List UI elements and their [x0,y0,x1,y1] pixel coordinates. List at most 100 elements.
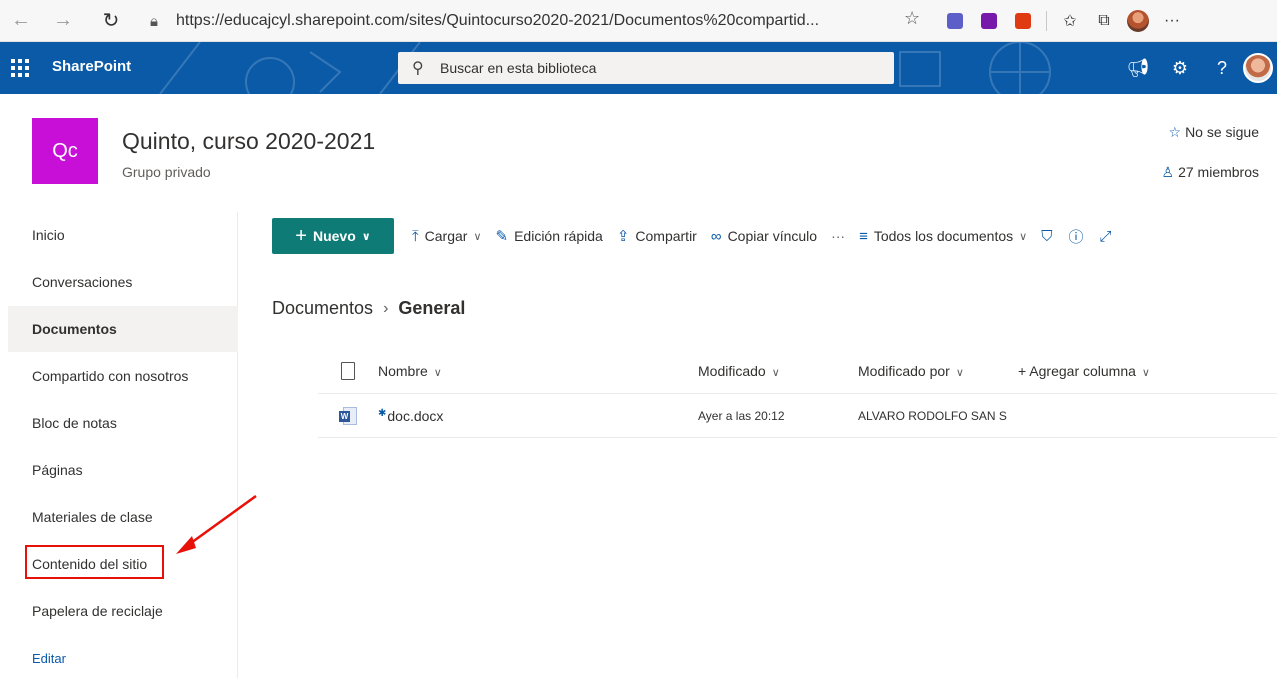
file-name-link[interactable]: ✱doc.docx [378,408,698,424]
help-icon[interactable]: ? [1201,42,1243,94]
toolbar-separator [1046,11,1047,31]
user-avatar[interactable] [1243,53,1273,83]
nav-item-bloc-de-notas[interactable]: Bloc de notas [8,400,238,446]
extension-icons: ✩ ⧉ ··· [938,6,1189,36]
add-column-label: + Agregar columna [1018,362,1136,379]
new-button[interactable]: + Nuevo ∨ [272,218,394,254]
chevron-down-icon: ∨ [473,230,482,243]
chevron-down-icon: ∨ [1141,366,1150,379]
copy-link-button[interactable]: ∞ Copiar vínculo [711,228,817,245]
quick-edit-label: Edición rápida [514,228,603,244]
column-header-modified-label: Modificado [698,362,766,379]
share-label: Compartir [635,228,697,244]
list-view-icon: ≡ [859,227,868,245]
nav-item-conversaciones[interactable]: Conversaciones [8,259,238,305]
site-navigation: Inicio Conversaciones Documentos Compart… [0,212,238,678]
word-doc-icon: W [318,406,378,425]
follow-label: No se sigue [1185,124,1259,140]
file-modified-by[interactable]: ALVARO RODOLFO SAN S [858,409,1018,423]
add-column-button[interactable]: + Agregar columna ∨ [1018,363,1218,379]
gear-icon[interactable]: ⚙ [1159,42,1201,94]
nav-item-paginas[interactable]: Páginas [8,447,238,493]
search-input[interactable] [440,60,880,76]
annotation-arrow [176,494,257,554]
file-type-header[interactable] [318,361,378,380]
sharepoint-brand[interactable]: SharePoint [52,58,131,75]
chevron-down-icon: ∨ [771,366,780,379]
lock-icon: 🔒︎ [150,12,158,30]
chevron-down-icon: ∨ [433,366,442,379]
app-launcher-icon[interactable] [8,56,32,80]
column-header-modified-by-label: Modificado por [858,362,950,379]
new-item-icon: ✱ [378,407,387,419]
person-icon: ♙ [1161,164,1175,180]
site-title[interactable]: Quinto, curso 2020-2021 [122,128,375,155]
view-label: Todos los documentos [873,228,1014,244]
office-icon[interactable] [1006,6,1040,36]
url-text: https://educajcyl.sharepoint.com/sites/Q… [176,12,820,29]
favorites-icon[interactable]: ✩ [1053,6,1087,36]
link-icon: ∞ [710,227,722,245]
browser-menu-button[interactable]: ··· [1155,6,1189,36]
breadcrumb-current: General [398,298,466,318]
column-header-modified-by[interactable]: Modificado por ∨ [858,363,1018,379]
nav-item-compartido[interactable]: Compartido con nosotros [8,353,238,399]
breadcrumb-parent[interactable]: Documentos [272,298,373,319]
site-header: Qc Quinto, curso 2020-2021 Grupo privado… [0,94,1277,210]
nav-item-inicio[interactable]: Inicio [8,212,238,258]
upload-label: Cargar [424,228,468,244]
megaphone-icon[interactable]: 📢︎ [1117,42,1159,94]
quick-edit-button[interactable]: ✎ Edición rápida [496,227,603,245]
document-icon [341,361,355,380]
column-header-modified[interactable]: Modificado ∨ [698,363,858,379]
file-modified: Ayer a las 20:12 [698,408,785,423]
share-button[interactable]: ⇪ Compartir [617,227,697,245]
nav-edit-link[interactable]: Editar [8,635,238,678]
list-header: Nombre ∨ Modificado ∨ Modificado por ∨ + Ag… [318,348,1277,394]
command-bar: + Nuevo ∨ ⤒ Cargar ∨ ✎ Edición rápida ⇪ … [272,217,1277,255]
arrow-right-icon[interactable]: → [46,4,80,38]
search-icon: ⚲ [412,60,424,77]
table-row[interactable]: W ✱doc.docx Ayer a las 20:12 ALVARO RODO… [318,394,1277,438]
nav-item-documentos[interactable]: Documentos [8,306,238,352]
new-label: Nuevo [312,228,356,244]
chevron-down-icon: ∨ [955,366,964,379]
members-label: 27 miembros [1178,164,1259,180]
filter-icon[interactable]: ⛉ [1041,228,1052,245]
breadcrumb: Documentos › General [272,298,465,319]
file-name: doc.docx [387,407,444,424]
annotation-highlight-box [25,545,164,579]
site-logo[interactable]: Qc [32,118,98,184]
pencil-icon: ✎ [495,228,509,245]
document-list: Nombre ∨ Modificado ∨ Modificado por ∨ + Ag… [318,348,1277,438]
arrow-left-icon[interactable]: ← [4,4,38,38]
column-header-name-label: Nombre [378,362,428,379]
chevron-down-icon: ∨ [1019,230,1028,243]
info-icon[interactable]: ⓘ [1068,226,1083,247]
follow-button[interactable]: ☆ No se sigue [1169,124,1260,141]
suite-actions: 📢︎ ⚙ ? [1117,42,1277,94]
expand-icon[interactable]: ⤢ [1099,228,1111,245]
library-search[interactable]: ⚲ [398,52,894,84]
column-header-name[interactable]: Nombre ∨ [378,363,698,379]
more-commands-button[interactable]: ··· [831,228,845,244]
star-icon: ☆ [1168,124,1182,140]
site-subtitle: Grupo privado [122,164,211,180]
favorite-star-icon[interactable]: ☆ [904,8,920,29]
profile-icon[interactable] [1121,6,1155,36]
plus-icon: + [295,224,307,247]
view-selector[interactable]: ≡ Todos los documentos ∨ [859,228,1027,245]
collections-icon[interactable]: ⧉ [1087,6,1121,36]
address-bar[interactable]: 🔒︎ https://educajcyl.sharepoint.com/site… [150,6,910,36]
refresh-icon[interactable]: ↻ [94,4,128,38]
nav-item-papelera[interactable]: Papelera de reciclaje [8,588,238,634]
teams-icon[interactable] [938,6,972,36]
browser-toolbar: ← → ↻ 🔒︎ https://educajcyl.sharepoint.co… [0,0,1277,42]
chevron-right-icon: › [383,299,389,317]
share-icon: ⇪ [616,228,630,245]
upload-button[interactable]: ⤒ Cargar ∨ [412,228,482,245]
chevron-down-icon: ∨ [361,230,371,243]
members-button[interactable]: ♙ 27 miembros [1162,164,1259,181]
suite-bar: SharePoint ⚲ 📢︎ ⚙ ? [0,42,1277,94]
onenote-icon[interactable] [972,6,1006,36]
